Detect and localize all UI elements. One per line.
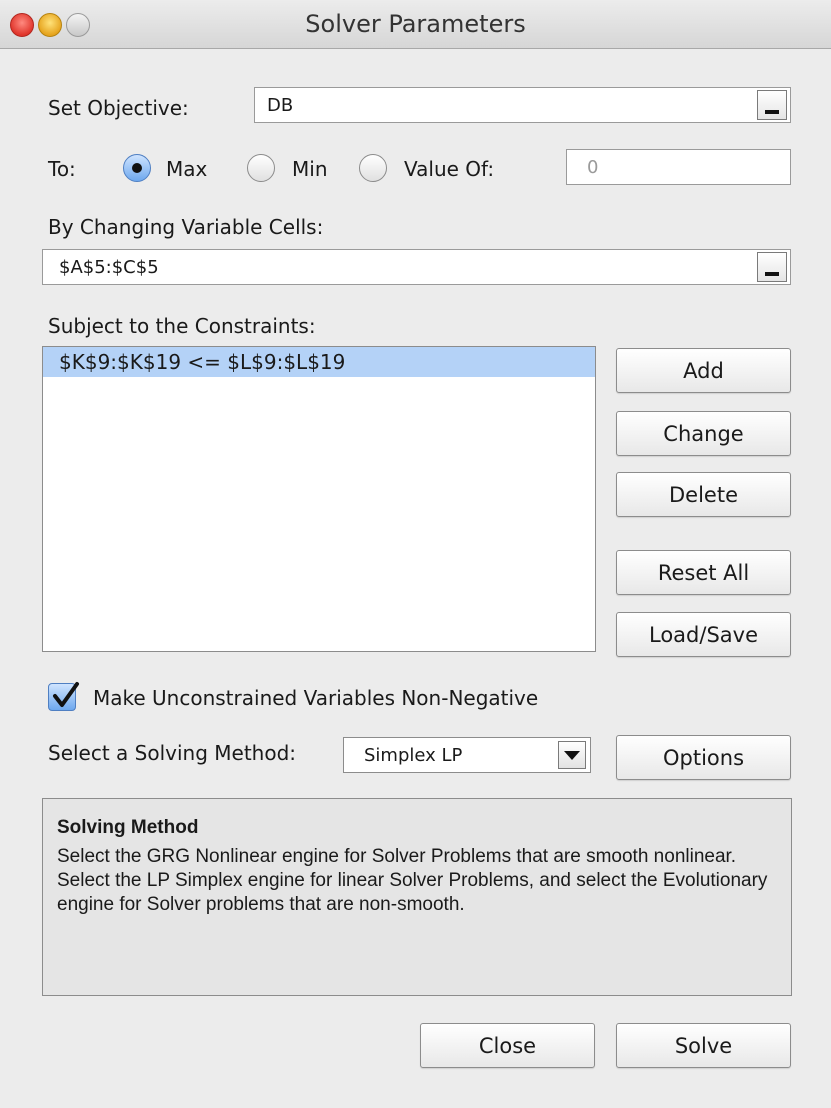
to-label: To: xyxy=(48,157,76,181)
value-of-radio[interactable] xyxy=(359,154,387,182)
variable-cells-label: By Changing Variable Cells: xyxy=(48,215,324,239)
solving-method-select[interactable]: Simplex LP xyxy=(343,737,591,773)
solving-method-label: Select a Solving Method: xyxy=(48,741,297,765)
variable-cells-input[interactable]: $A$5:$C$5 xyxy=(42,249,791,285)
max-radio[interactable] xyxy=(123,154,151,182)
add-button[interactable]: Add xyxy=(616,348,791,393)
chevron-down-icon[interactable] xyxy=(558,741,586,769)
close-button[interactable]: Close xyxy=(420,1023,595,1068)
objective-range-selector-icon[interactable] xyxy=(757,90,787,120)
options-button[interactable]: Options xyxy=(616,735,791,780)
solving-method-info: Solving Method Select the GRG Nonlinear … xyxy=(42,798,792,996)
min-label: Min xyxy=(292,157,328,181)
solving-method-value: Simplex LP xyxy=(364,745,463,766)
solver-parameters-window: Solver Parameters Set Objective: DB To: … xyxy=(0,0,831,1108)
delete-button[interactable]: Delete xyxy=(616,472,791,517)
nonnegative-checkbox[interactable] xyxy=(48,682,79,711)
min-radio[interactable] xyxy=(247,154,275,182)
constraints-list[interactable]: $K$9:$K$19 <= $L$9:$L$19 xyxy=(42,346,596,652)
info-text: Select the GRG Nonlinear engine for Solv… xyxy=(57,846,768,915)
value-of-label: Value Of: xyxy=(404,157,495,181)
objective-input[interactable]: DB xyxy=(254,87,791,123)
constraint-item[interactable]: $K$9:$K$19 <= $L$9:$L$19 xyxy=(43,347,595,377)
value-of-value: 0 xyxy=(587,156,599,178)
max-label: Max xyxy=(166,157,208,181)
set-objective-label: Set Objective: xyxy=(48,96,189,120)
checkmark-icon xyxy=(53,682,79,707)
variable-cells-value: $A$5:$C$5 xyxy=(59,256,159,278)
reset-all-button[interactable]: Reset All xyxy=(616,550,791,595)
variable-cells-range-selector-icon[interactable] xyxy=(757,252,787,282)
objective-value: DB xyxy=(267,94,294,116)
title-bar: Solver Parameters xyxy=(0,0,831,49)
change-button[interactable]: Change xyxy=(616,411,791,456)
window-title: Solver Parameters xyxy=(305,10,526,38)
load-save-button[interactable]: Load/Save xyxy=(616,612,791,657)
constraints-label: Subject to the Constraints: xyxy=(48,314,316,338)
value-of-input[interactable]: 0 xyxy=(566,149,791,185)
info-title: Solving Method xyxy=(57,817,199,838)
nonnegative-label: Make Unconstrained Variables Non-Negativ… xyxy=(93,686,539,710)
solve-button[interactable]: Solve xyxy=(616,1023,791,1068)
